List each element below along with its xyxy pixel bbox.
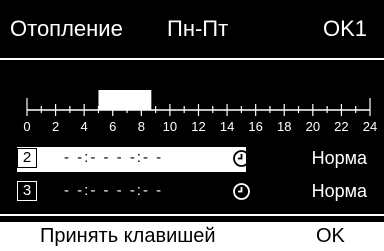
hour-tick-label: 10 xyxy=(162,119,178,134)
period-number: 2 xyxy=(17,148,37,168)
period-number: 3 xyxy=(17,181,37,201)
ok-softkey[interactable]: OK xyxy=(316,224,345,248)
period-mode: Норма xyxy=(311,181,367,201)
schedule-axis xyxy=(26,90,371,116)
time-schedule-bar: 0 2 4 6 8 10 12 14 16 18 20 22 24 xyxy=(0,78,384,138)
footer-divider xyxy=(0,214,384,216)
softkey-bar: Принять клавишей OK xyxy=(0,222,384,251)
hour-tick-label: 4 xyxy=(80,119,88,134)
header-divider xyxy=(0,58,384,60)
hour-tick-label: 18 xyxy=(277,119,292,134)
weekday-range: Пн-Пт xyxy=(167,16,229,41)
switch-period-row-2[interactable]: 2 - -:- - - -:- - Норма xyxy=(17,147,384,173)
hour-tick-label: 24 xyxy=(362,119,378,134)
active-heating-block xyxy=(98,90,152,110)
heating-title: Отопление xyxy=(10,16,123,41)
hour-tick-label: 16 xyxy=(248,119,263,134)
hour-tick-label: 22 xyxy=(334,119,349,134)
clock-icon xyxy=(233,183,250,200)
screen-header: Отопление Пн-Пт OK1 xyxy=(0,0,384,58)
heating-circuit-label: OK1 xyxy=(322,16,367,41)
switch-period-row-3[interactable]: 3 - -:- - - -:- - Норма xyxy=(17,180,384,206)
clock-icon xyxy=(233,150,250,167)
hour-tick-label: 12 xyxy=(191,119,206,134)
hour-tick-label: 0 xyxy=(23,119,31,134)
hour-tick-label: 14 xyxy=(219,119,235,134)
hour-tick-label: 20 xyxy=(305,119,321,134)
hour-tick-label: 6 xyxy=(109,119,117,134)
accept-with-key-label: Принять клавишей xyxy=(40,225,216,247)
period-times: - -:- - - -:- - xyxy=(64,182,164,199)
hour-tick-label: 2 xyxy=(51,119,60,134)
hour-tick-label: 8 xyxy=(137,119,145,134)
period-times: - -:- - - -:- - xyxy=(64,149,164,166)
period-mode: Норма xyxy=(311,148,367,168)
